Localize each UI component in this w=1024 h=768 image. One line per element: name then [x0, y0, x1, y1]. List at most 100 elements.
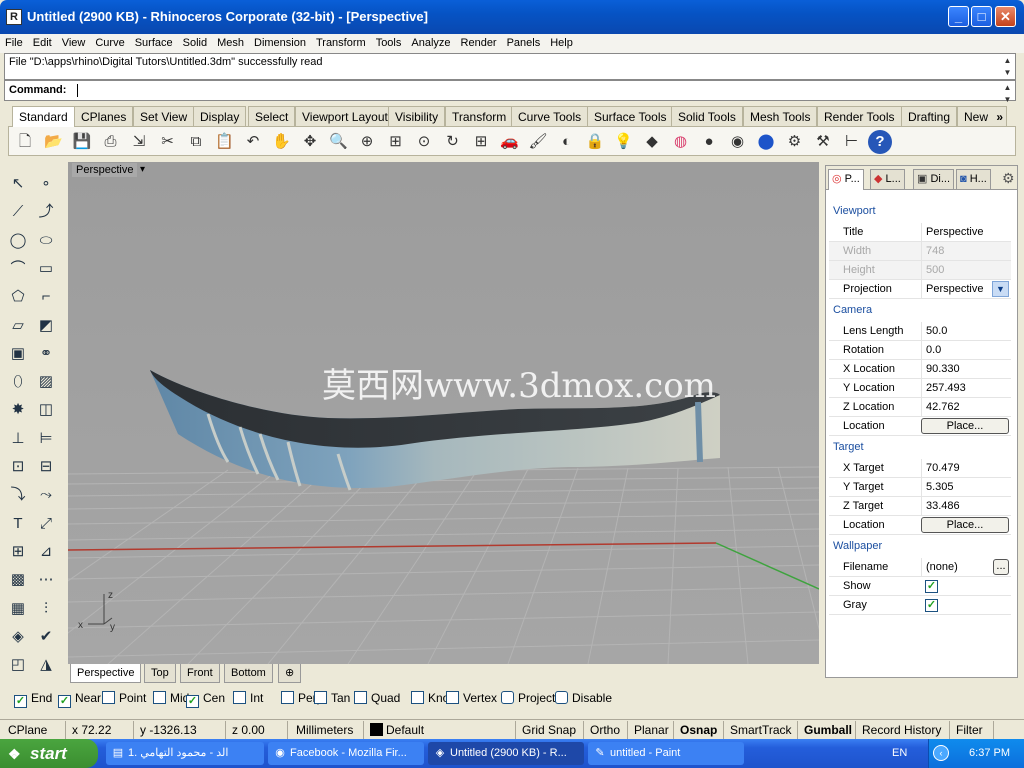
tab-curve-tools[interactable]: Curve Tools	[511, 106, 589, 126]
menu-help[interactable]: Help	[545, 34, 578, 53]
hide-icon[interactable]: ◐	[555, 130, 579, 154]
command-line[interactable]: Command: ▲ ▼	[4, 80, 1016, 104]
osnap-checkbox[interactable]	[446, 691, 459, 704]
prop-rotation-value[interactable]: 0.0	[921, 341, 1011, 360]
osnap-checkbox[interactable]	[555, 691, 568, 704]
osnap-toggle[interactable]: Osnap	[676, 721, 724, 739]
text-icon[interactable]: T	[6, 512, 30, 536]
ellipse-icon[interactable]: ⬭	[34, 229, 58, 253]
prop-yloc-value[interactable]: 257.493	[921, 379, 1011, 398]
boolean-icon[interactable]: ◫	[34, 398, 58, 422]
curve-points-icon[interactable]: ⤴	[34, 200, 58, 224]
prop-lens-value[interactable]: 50.0	[921, 322, 1011, 341]
tab-surface-tools[interactable]: Surface Tools	[587, 106, 674, 126]
menu-mesh[interactable]: Mesh	[212, 34, 249, 53]
dimension-icon[interactable]: ⊢	[840, 130, 864, 154]
language-indicator[interactable]: EN	[892, 747, 907, 759]
copy-icon[interactable]: ⧉	[184, 130, 208, 154]
osnap-checkbox[interactable]	[102, 691, 115, 704]
menu-render[interactable]: Render	[456, 34, 502, 53]
gear-icon[interactable]: ⚙	[783, 130, 807, 154]
panel-tab-help[interactable]: ◙ H...	[956, 169, 991, 190]
target-place-button[interactable]: Place...	[921, 517, 1009, 533]
prop-projection[interactable]: Projection Perspective ▼	[829, 280, 1011, 299]
add-viewport-tab-icon[interactable]: ⊕	[278, 664, 302, 683]
sphere-blue-icon[interactable]: ⬤	[754, 130, 778, 154]
menu-tools[interactable]: Tools	[371, 34, 407, 53]
prop-y-target[interactable]: Y Target 5.305	[829, 478, 1011, 497]
menu-file[interactable]: File	[0, 34, 28, 53]
panel-tab-layers[interactable]: ◆ L...	[870, 169, 905, 190]
task-folder[interactable]: ▤ 1. الد - محمود التهامي	[106, 742, 264, 765]
prop-rotation[interactable]: Rotation 0.0	[829, 341, 1011, 360]
prop-title[interactable]: Title Perspective	[829, 223, 1011, 242]
gumball-toggle[interactable]: Gumball	[800, 721, 856, 739]
osnap-checkbox[interactable]: ✓	[186, 695, 199, 708]
osnap-tan[interactable]: Tan	[314, 691, 350, 705]
sphere-shaded-icon[interactable]: ●	[697, 130, 721, 154]
circle-icon[interactable]: ◯	[6, 229, 30, 253]
tray-arrow-icon[interactable]: ‹	[933, 745, 949, 761]
surface-patch-icon[interactable]: ▨	[34, 370, 58, 394]
prop-zt-value[interactable]: 33.486	[921, 497, 1011, 516]
smarttrack-toggle[interactable]: SmartTrack	[726, 721, 798, 739]
mesh-icon[interactable]: ◈	[6, 625, 30, 649]
select-arrow-icon[interactable]: ↖	[6, 172, 30, 196]
pan-icon[interactable]: ✋	[270, 130, 294, 154]
extrude-box-icon[interactable]: ▩	[6, 568, 30, 592]
maximize-button[interactable]: □	[971, 6, 992, 27]
prop-y-location[interactable]: Y Location 257.493	[829, 379, 1011, 398]
cylinder-icon[interactable]: ⬯	[6, 370, 30, 394]
task-rhino[interactable]: ◈ Untitled (2900 KB) - R...	[428, 742, 584, 765]
tab-new[interactable]: New »	[957, 106, 1008, 126]
prop-show[interactable]: Show ✓	[829, 577, 1011, 596]
zoom-extents-icon[interactable]: ⊞	[384, 130, 408, 154]
tab-viewport-layout[interactable]: Viewport Layout	[295, 106, 395, 126]
status-cplane[interactable]: CPlane	[4, 721, 66, 739]
tab-transform[interactable]: Transform	[445, 106, 514, 126]
prop-x-location[interactable]: X Location 90.330	[829, 360, 1011, 379]
tab-perspective[interactable]: Perspective	[70, 664, 142, 683]
task-firefox[interactable]: ◉ Facebook - Mozilla Fir...	[268, 742, 424, 765]
prop-yt-value[interactable]: 5.305	[921, 478, 1011, 497]
osnap-checkbox[interactable]	[411, 691, 424, 704]
cut-icon[interactable]: ✂	[156, 130, 180, 154]
osnap-checkbox[interactable]	[153, 691, 166, 704]
osnap-cen[interactable]: ✓ Cen	[186, 691, 225, 708]
prop-xt-value[interactable]: 70.479	[921, 459, 1011, 478]
surface-corner-icon[interactable]: ▱	[6, 314, 30, 338]
scale-icon[interactable]: ⤢	[34, 512, 58, 536]
ungroup-icon[interactable]: ⊟	[34, 455, 58, 479]
tab-set-view[interactable]: Set View	[133, 106, 195, 126]
tab-standard[interactable]: Standard	[12, 106, 75, 127]
level-icon[interactable]: ⫶	[34, 597, 58, 621]
explode-icon[interactable]: ✸	[6, 398, 30, 422]
group-icon[interactable]: ⊡	[6, 455, 30, 479]
save-icon[interactable]: 💾	[70, 130, 94, 154]
zoom-selected-icon[interactable]: ⊙	[412, 130, 436, 154]
polyline-icon[interactable]: ⟋	[6, 200, 30, 224]
close-button[interactable]: ✕	[995, 6, 1016, 27]
osnap-mid[interactable]: Mid	[153, 691, 189, 705]
curve-rebuild-icon[interactable]: ⤳	[34, 483, 58, 507]
command-scroll[interactable]: ▲ ▼	[1001, 82, 1014, 106]
rhino-app-icon[interactable]: R	[6, 9, 22, 25]
osnap-checkbox[interactable]: ✓	[14, 695, 27, 708]
paste-icon[interactable]: 📋	[213, 130, 237, 154]
prop-lens-length[interactable]: Lens Length 50.0	[829, 322, 1011, 341]
align-icon[interactable]: ⊨	[34, 427, 58, 451]
four-viewports-icon[interactable]: ⊞	[469, 130, 493, 154]
menu-curve[interactable]: Curve	[90, 34, 129, 53]
osnap-checkbox[interactable]	[314, 691, 327, 704]
viewport-title[interactable]: Perspective	[72, 163, 138, 177]
status-units[interactable]: Millimeters	[292, 721, 364, 739]
prop-zloc-value[interactable]: 42.762	[921, 398, 1011, 417]
tab-mesh-tools[interactable]: Mesh Tools	[743, 106, 818, 126]
tab-solid-tools[interactable]: Solid Tools	[671, 106, 743, 126]
osnap-checkbox[interactable]	[501, 691, 514, 704]
array-icon[interactable]: ⊞	[6, 540, 30, 564]
planar-toggle[interactable]: Planar	[630, 721, 674, 739]
lightbulb-icon[interactable]: 💡	[612, 130, 636, 154]
box-icon[interactable]: ▣	[6, 342, 30, 366]
open-icon[interactable]: 📂	[42, 130, 66, 154]
